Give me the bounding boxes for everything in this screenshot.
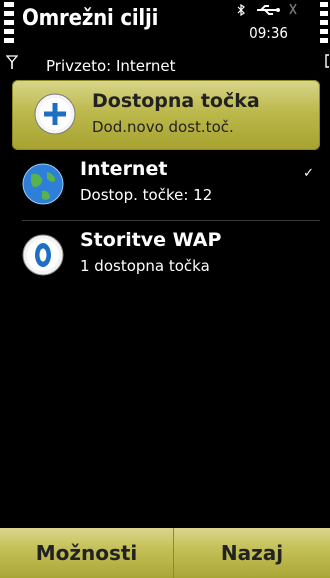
list-item-subtitle: Dod.novo dost.toč.: [92, 118, 234, 136]
list-item-wap-services[interactable]: Storitve WAP 1 dostopna točka: [0, 221, 330, 291]
bluetooth-icon: [237, 4, 245, 16]
list-item-title: Dostopna točka: [92, 90, 260, 112]
battery-icon: [320, 2, 328, 46]
list-item-title: Internet: [80, 158, 168, 180]
options-softkey[interactable]: Možnosti: [0, 528, 173, 578]
destination-list: Dostopna točka Dod.novo dost.toč. Intern…: [0, 80, 330, 291]
default-destination-label: Privzeto: Internet: [46, 57, 176, 75]
list-item-access-point[interactable]: Dostopna točka Dod.novo dost.toč.: [12, 80, 320, 150]
back-softkey[interactable]: Nazaj: [174, 528, 330, 578]
softkey-bar: Možnosti Nazaj: [0, 528, 330, 578]
wap-zero-icon: [22, 234, 64, 276]
list-item-internet[interactable]: Internet Dostop. točke: 12 ✓: [0, 150, 330, 220]
list-item-title: Storitve WAP: [80, 229, 222, 251]
clock-time: 09:36: [249, 24, 288, 42]
signal-strength-icon: [4, 2, 14, 46]
status-bar: Omrežni cilji 09:36 Privzeto: Internet: [0, 0, 330, 78]
default-check-icon: ✓: [303, 166, 314, 181]
usb-icon: [257, 5, 280, 15]
list-item-subtitle: Dostop. točke: 12: [80, 186, 213, 204]
antenna-icon: [6, 55, 18, 69]
list-item-subtitle: 1 dostopna točka: [80, 257, 210, 275]
status-small-icon: [289, 3, 297, 15]
right-edge-indicator: [325, 54, 329, 68]
globe-icon: [22, 163, 64, 205]
add-plus-icon: [34, 93, 76, 135]
page-title: Omrežni cilji: [22, 6, 159, 31]
